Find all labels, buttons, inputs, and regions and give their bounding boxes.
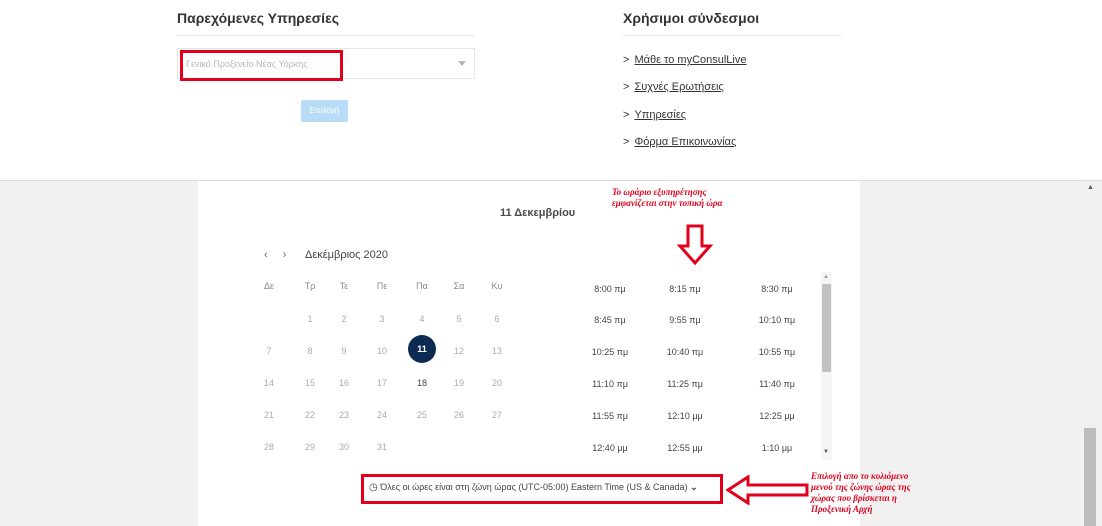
calendar-day: 30 — [338, 442, 349, 452]
time-slot[interactable]: 12:25 μμ — [747, 411, 807, 421]
highlight-box — [180, 50, 343, 81]
calendar-day: 26 — [453, 410, 464, 420]
time-slot[interactable]: 1:10 μμ — [747, 443, 807, 453]
calendar-day: 8 — [307, 346, 313, 356]
time-slot[interactable]: 12:55 μμ — [655, 443, 715, 453]
prev-month-icon[interactable]: ‹ — [264, 249, 268, 261]
time-slot[interactable]: 9:55 πμ — [655, 315, 715, 325]
weekday-label: Πε — [376, 281, 388, 291]
time-slot[interactable]: 8:15 πμ — [655, 284, 715, 294]
time-slot[interactable]: 8:45 πμ — [580, 315, 640, 325]
calendar-day: 15 — [304, 378, 315, 388]
calendar-day: 6 — [494, 314, 500, 324]
calendar-day-selected[interactable]: 11 — [408, 335, 436, 363]
weekday-label: Τε — [339, 281, 349, 291]
time-slot[interactable]: 11:55 πμ — [580, 411, 640, 421]
time-slot[interactable]: 10:10 πμ — [747, 315, 807, 325]
calendar-day: 20 — [491, 378, 502, 388]
clock-icon: ◷ — [369, 482, 378, 493]
next-month-icon[interactable]: › — [283, 249, 287, 261]
weekday-label: Σα — [453, 281, 465, 291]
annotation-local-time: Το ωράριο εξυπηρέτησης εμφανίζεται στην … — [612, 187, 723, 208]
calendar-month-label: Δεκέμβριος 2020 — [305, 249, 388, 261]
calendar-day: 4 — [419, 314, 425, 324]
calendar-day: 3 — [379, 314, 385, 324]
link-faq[interactable]: > Συχνές Ερωτήσεις — [623, 81, 724, 93]
time-slot[interactable]: 12:10 μμ — [655, 411, 715, 421]
calendar-day: 22 — [304, 410, 315, 420]
weekday-label: Τρ — [304, 281, 316, 291]
calendar-day: 28 — [263, 442, 274, 452]
calendar-day: 25 — [416, 410, 427, 420]
time-slot[interactable]: 12:40 μμ — [580, 443, 640, 453]
caret-down-icon — [458, 61, 466, 66]
chevron-right-icon: > — [623, 54, 630, 66]
calendar-day: 9 — [341, 346, 347, 356]
timezone-selector[interactable]: ◷ Όλες οι ώρες είναι στη ζώνη ώρας (UTC-… — [369, 482, 698, 493]
time-slot[interactable]: 8:30 πμ — [747, 284, 807, 294]
calendar-day: 7 — [266, 346, 272, 356]
link-learn-myconsullive[interactable]: > Μάθε το myConsulLive — [623, 54, 746, 66]
time-slot[interactable]: 11:25 πμ — [655, 379, 715, 389]
calendar-day: 2 — [341, 314, 347, 324]
calendar-day: 13 — [491, 346, 502, 356]
select-button[interactable]: Επιλογή — [301, 100, 348, 122]
calendar-day: 10 — [376, 346, 387, 356]
time-slot[interactable]: 8:00 πμ — [580, 284, 640, 294]
chevron-right-icon: > — [623, 136, 630, 148]
scroll-up-icon[interactable]: ▲ — [1087, 184, 1094, 191]
chevron-right-icon: > — [623, 81, 630, 93]
calendar-day: 24 — [376, 410, 387, 420]
page-scroll-thumb[interactable] — [1084, 428, 1096, 526]
top-section — [0, 0, 1102, 180]
calendar-day: 21 — [263, 410, 274, 420]
left-arrow-annotation-icon — [726, 475, 809, 505]
time-slot[interactable]: 11:40 πμ — [747, 379, 807, 389]
calendar-day: 5 — [456, 314, 462, 324]
time-slot[interactable]: 11:10 πμ — [580, 379, 640, 389]
scroll-up-icon[interactable]: ▲ — [823, 274, 829, 280]
time-slots-scroll-thumb[interactable] — [822, 284, 831, 372]
weekday-label: Δε — [263, 281, 275, 291]
services-heading: Παρεχόμενες Υπηρεσίες — [177, 10, 339, 26]
calendar-day: 12 — [453, 346, 464, 356]
useful-links-heading: Χρήσιμοι σύνδεσμοι — [623, 10, 760, 26]
link-contact-form[interactable]: > Φόρμα Επικοινωνίας — [623, 136, 736, 148]
calendar-day: 16 — [338, 378, 349, 388]
calendar-day: 27 — [491, 410, 502, 420]
calendar-day: 14 — [263, 378, 274, 388]
down-arrow-annotation-icon — [677, 224, 713, 266]
time-slot[interactable]: 10:55 πμ — [747, 347, 807, 357]
scroll-down-icon[interactable]: ▼ — [823, 449, 829, 455]
selected-date-title: 11 Δεκεμβρίου — [500, 207, 576, 219]
timezone-label: Όλες οι ώρες είναι στη ζώνη ώρας (UTC-05… — [380, 482, 688, 492]
annotation-timezone: Επιλογή απο το κυλιόμενο μενού της ζώνης… — [811, 471, 911, 514]
calendar-day: 19 — [453, 378, 464, 388]
time-slot[interactable]: 10:40 πμ — [655, 347, 715, 357]
weekday-label: Πα — [416, 281, 428, 291]
calendar-day: 31 — [376, 442, 387, 452]
calendar-day: 29 — [304, 442, 315, 452]
weekday-label: Κυ — [491, 281, 503, 291]
link-services[interactable]: > Υπηρεσίες — [623, 109, 686, 121]
chevron-right-icon: > — [623, 109, 630, 121]
calendar-nav: ‹ › — [264, 249, 286, 261]
calendar-day-available[interactable]: 18 — [412, 378, 432, 388]
divider — [623, 35, 841, 36]
calendar-day: 17 — [376, 378, 387, 388]
time-slot[interactable]: 10:25 πμ — [580, 347, 640, 357]
divider — [177, 35, 474, 36]
calendar-day: 1 — [307, 314, 313, 324]
calendar-day: 23 — [338, 410, 349, 420]
chevron-down-icon[interactable]: ⌄ — [690, 482, 698, 492]
